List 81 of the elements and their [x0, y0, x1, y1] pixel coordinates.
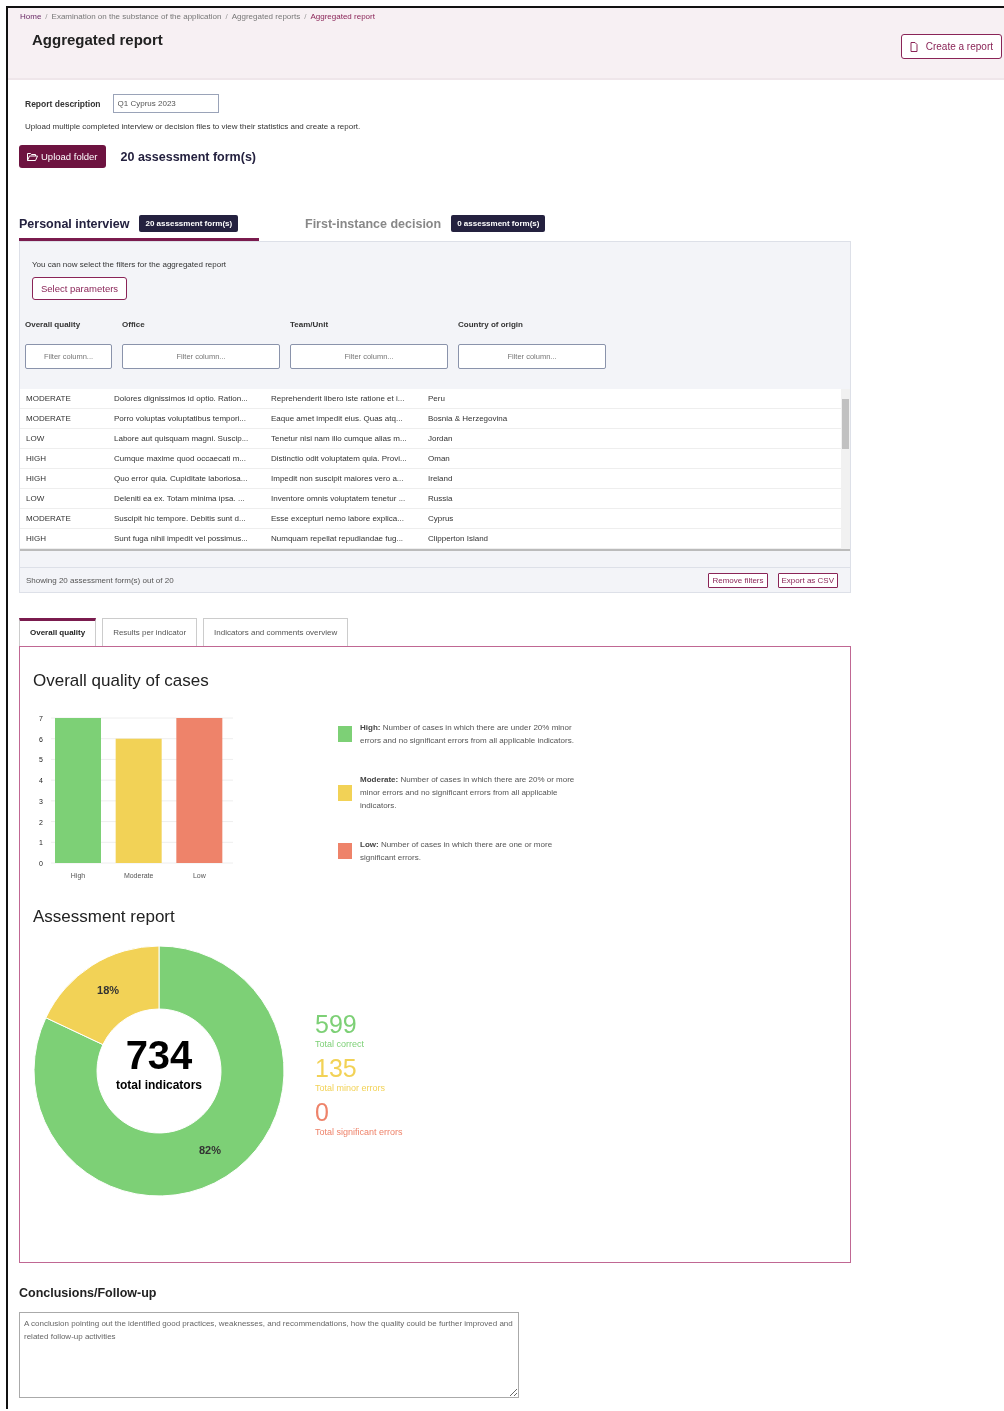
total-value: 0 — [315, 1097, 330, 1127]
count-badge: 20 assessment form(s) — [139, 215, 239, 232]
table-cell-text: LOW — [26, 494, 46, 503]
table-cell-text: HIGH — [26, 534, 47, 543]
total-value: 599 — [315, 1009, 358, 1039]
create-report-button[interactable]: Create a report — [900, 34, 1002, 59]
table-cell-text: Russia — [428, 494, 454, 503]
breadcrumb-link[interactable]: Aggregated reports — [231, 12, 301, 21]
table-cell-text: Reprehenderit libero iste ratione et i... — [271, 394, 406, 403]
status-text: Showing 20 assessment form(s) out of 20 — [26, 576, 175, 585]
table-action-button[interactable]: Remove filters — [708, 573, 768, 588]
table-cell-text: MODERATE — [26, 414, 72, 423]
table-cell-text: Cyprus — [428, 514, 455, 523]
column-header: Country of origin — [458, 320, 524, 329]
form-count: 20 assessment form(s) — [120, 149, 256, 164]
legend-text: Low: Number of cases in which there are one or more significant errors. — [360, 839, 554, 864]
total-value: 734 — [125, 1035, 193, 1075]
section-title: Assessment report — [33, 907, 176, 927]
scrollbar[interactable] — [841, 389, 850, 549]
upload-button[interactable]: Upload folder — [19, 145, 106, 168]
table-cell-text: Bosnia & Herzegovina — [428, 414, 509, 423]
breadcrumb-link[interactable]: Home — [20, 12, 42, 21]
legend-text: Moderate: Number of cases in which there are 20% or more minor errors and no significant errors from all applicable indicators. — [360, 774, 576, 812]
table-cell-text: Labore aut quisquam magni. Suscip... — [114, 434, 250, 443]
table-cell-text: Sunt fuga nihil impedit vel possimus... — [114, 534, 249, 543]
table-cell-text: Peru — [428, 394, 446, 403]
table-cell-text: Tenetur nisi nam illo cumque alias m... — [271, 434, 408, 443]
table-cell-text: Deleniti ea ex. Totam minima ipsa. ... — [114, 494, 246, 503]
breadcrumb-separator: / — [304, 12, 307, 21]
conclusions-field[interactable]: A conclusion pointing out the identified good practices, weaknesses, and recommendations, how the quality could be further improved and related follow-up activities — [19, 1312, 519, 1398]
result-tab[interactable]: Results per indicator — [102, 618, 198, 646]
percent-label: 18% — [97, 983, 120, 996]
table-cell-text: LOW — [26, 434, 46, 443]
breadcrumb-link[interactable]: Examination on the substance of the application — [51, 12, 222, 21]
column-header: Overall quality — [25, 320, 82, 329]
breadcrumb-separator: / — [225, 12, 228, 21]
table-cell-text: Dolores dignissimos id optio. Ration... — [114, 394, 249, 403]
select-parameters-button[interactable]: Select parameters — [32, 277, 128, 300]
table-cell-text: Oman — [428, 454, 451, 463]
total-label: Total significant errors — [315, 1127, 403, 1137]
table-cell-text: Quo error quia. Cupiditate laboriosa... — [114, 474, 249, 483]
total-label: Total minor errors — [315, 1083, 387, 1093]
table-cell-text: Numquam repellat repudiandae fug... — [271, 534, 405, 543]
table-cell-text: Jordan — [428, 434, 454, 443]
result-tab[interactable]: Overall quality — [19, 618, 97, 646]
section-title: Overall quality of cases — [33, 671, 210, 691]
table-cell-text: MODERATE — [26, 394, 72, 403]
field-label: Report description — [25, 98, 101, 109]
folder-icon — [27, 152, 38, 161]
table-cell-text: MODERATE — [26, 514, 72, 523]
count-badge: 0 assessment form(s) — [451, 215, 546, 232]
table-cell-text: Esse excepturi nemo labore explica... — [271, 514, 405, 523]
column-header: Office — [122, 320, 146, 329]
page-title: Aggregated report — [32, 31, 163, 48]
table-cell-text: Eaque amet impedit eius. Quas atq... — [271, 414, 404, 423]
table-cell-text: HIGH — [26, 454, 47, 463]
document-icon — [909, 41, 918, 52]
table-cell-text: Impedit non suscipit maiores vero a... — [271, 474, 405, 483]
table-cell-text: Ireland — [428, 474, 454, 483]
table-cell-text: Distinctio odit voluptatem quia. Provi... — [271, 454, 408, 463]
table-cell-text: HIGH — [26, 474, 47, 483]
source-tab[interactable]: First-instance decision 0 assessment form(s) — [259, 215, 546, 241]
total-value: 135 — [315, 1053, 358, 1083]
legend-text: High: Number of cases in which there are under 20% minor errors and no significant errors from all applicable indicators. — [360, 722, 575, 747]
result-tab[interactable]: Indicators and comments overview — [203, 618, 349, 646]
table-action-button[interactable]: Export as CSV — [777, 573, 838, 588]
breadcrumb-link[interactable]: Aggregated report — [310, 12, 375, 21]
filter-hint: You can now select the filters for the aggregated report — [32, 260, 228, 269]
table-cell-text: Clipperton Island — [428, 534, 490, 543]
column-header: Team/Unit — [290, 320, 330, 329]
breadcrumb-separator: / — [45, 12, 48, 21]
total-label: total indicators — [116, 1078, 202, 1092]
table-cell-text: Cumque maxime quod occaecati m... — [114, 454, 248, 463]
section-title: Conclusions/Follow-up — [19, 1286, 158, 1300]
table-cell-text: Porro voluptas voluptatibus tempori... — [114, 414, 248, 423]
percent-label: 82% — [198, 1144, 221, 1157]
total-label: Total correct — [315, 1039, 366, 1049]
upload-hint: Upload multiple completed interview or decision files to view their statistics and create a report. — [25, 122, 362, 131]
table-cell-text: Inventore omnis voluptatem tenetur ... — [271, 494, 407, 503]
table-cell-text: Suscipit hic tempore. Debitis sunt d... — [114, 514, 247, 523]
description-field[interactable]: Q1 Cyprus 2023 — [112, 94, 219, 113]
